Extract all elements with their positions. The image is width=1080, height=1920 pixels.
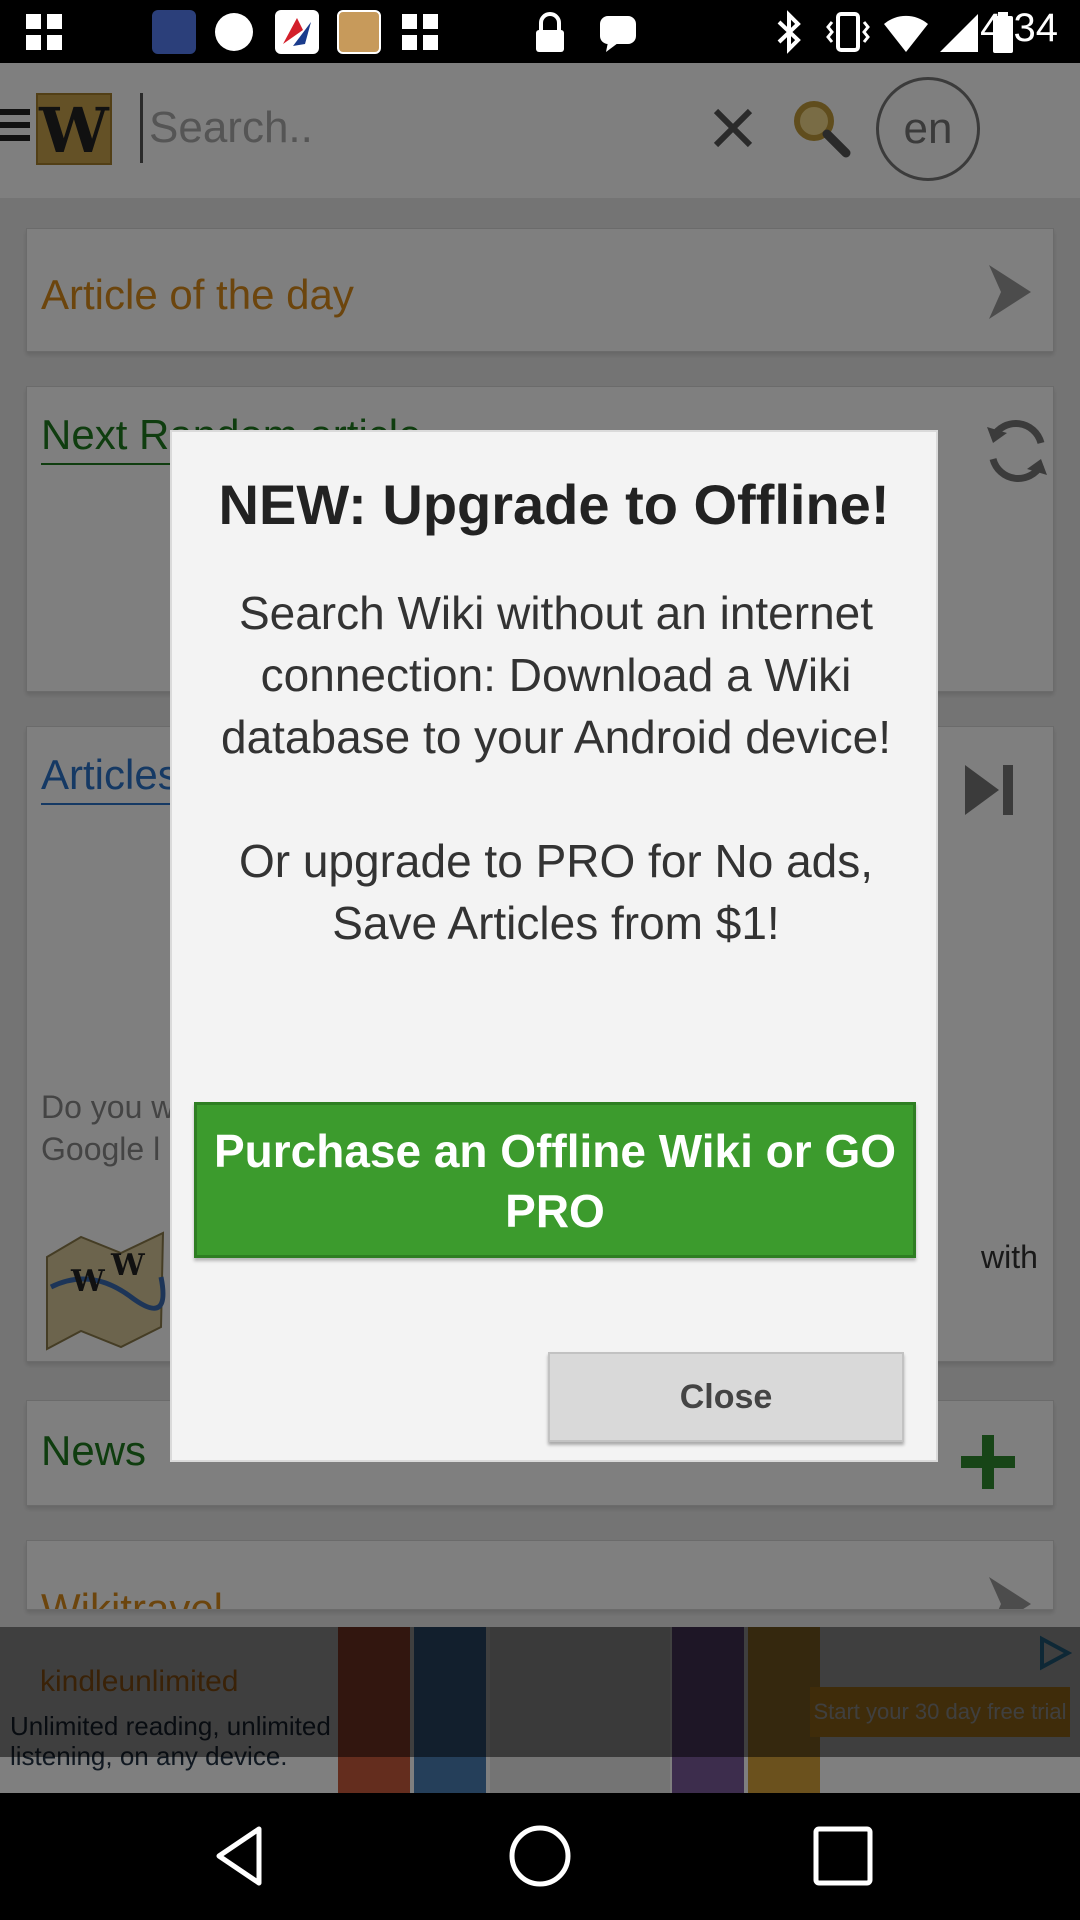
- dialog-message: Search Wiki without an internet connecti…: [220, 587, 891, 949]
- lock-icon: [536, 12, 564, 52]
- navigation-bar: [0, 1793, 1080, 1920]
- vibrate-icon: [826, 12, 870, 52]
- status-bar: 4:34: [0, 0, 1080, 63]
- signal-icon: [940, 14, 978, 52]
- grid-icon: [26, 14, 62, 50]
- close-button[interactable]: Close: [548, 1352, 904, 1442]
- sarah-yasin-app-icon: [152, 10, 196, 54]
- status-time: 4:34: [980, 6, 1058, 50]
- back-icon[interactable]: [205, 1821, 275, 1891]
- home-icon[interactable]: [505, 1821, 575, 1891]
- wifi-icon: [884, 15, 928, 52]
- recent-apps-icon[interactable]: [808, 1821, 878, 1891]
- grid-icon: [402, 14, 438, 50]
- photo-app-icon: [337, 10, 381, 54]
- purchase-button[interactable]: Purchase an Offline Wiki or GO PRO: [194, 1102, 916, 1258]
- malaysia-airlines-icon: [275, 10, 319, 54]
- dialog-title: NEW: Upgrade to Offline!: [218, 473, 890, 536]
- bluetooth-icon: [777, 10, 801, 54]
- upgrade-dialog: NEW: Upgrade to Offline! Search Wiki wit…: [170, 430, 938, 1462]
- circle-icon: [215, 13, 253, 51]
- chat-bubble-icon: [600, 16, 636, 52]
